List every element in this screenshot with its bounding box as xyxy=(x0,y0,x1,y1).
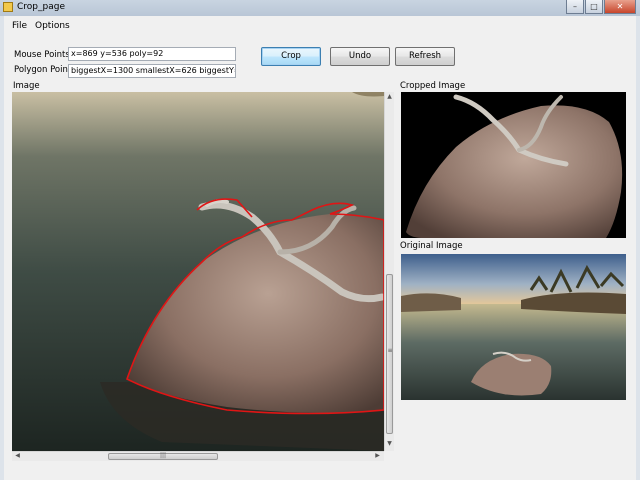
original-image xyxy=(401,254,626,400)
cropped-image-label: Cropped Image xyxy=(400,81,466,91)
polygon-points-field[interactable]: biggestX=1300 smallestX=626 biggestY=998… xyxy=(68,64,236,78)
menu-options[interactable]: Options xyxy=(35,21,70,31)
mouse-points-label: Mouse Points: xyxy=(14,50,73,60)
window-controls: – □ ✕ xyxy=(565,0,636,14)
maximize-button[interactable]: □ xyxy=(585,0,603,14)
scroll-left-icon[interactable]: ◀ xyxy=(13,452,22,460)
minimize-button[interactable]: – xyxy=(566,0,584,14)
original-image-label: Original Image xyxy=(400,241,463,251)
cropped-image-panel xyxy=(401,92,626,238)
close-button[interactable]: ✕ xyxy=(604,0,636,14)
mouse-points-field[interactable]: x=869 y=536 poly=92 xyxy=(68,47,236,61)
main-image-panel[interactable] xyxy=(12,92,384,451)
grip-h-icon: ||| xyxy=(159,452,167,459)
main-image-hscrollbar[interactable]: ◀ ||| ▶ xyxy=(12,451,384,461)
hscroll-thumb[interactable]: ||| xyxy=(108,452,218,460)
vscroll-thumb[interactable]: ≡ xyxy=(386,274,393,434)
menu-file[interactable]: File xyxy=(12,21,27,31)
scroll-right-icon[interactable]: ▶ xyxy=(373,452,382,460)
scroll-down-icon[interactable]: ▼ xyxy=(385,440,394,448)
grip-v-icon: ≡ xyxy=(387,347,393,354)
image-label: Image xyxy=(13,81,40,91)
main-image[interactable] xyxy=(12,92,384,451)
menu-bar: File Options xyxy=(4,16,636,36)
app-icon xyxy=(3,2,13,12)
original-image-panel xyxy=(401,254,626,400)
crop-button[interactable]: Crop xyxy=(261,47,321,66)
undo-button[interactable]: Undo xyxy=(330,47,390,66)
scroll-up-icon[interactable]: ▲ xyxy=(385,93,394,101)
form-client-area: File Options Mouse Points: x=869 y=536 p… xyxy=(4,16,636,480)
main-image-vscrollbar[interactable]: ▲ ≡ ▼ xyxy=(384,92,394,451)
cropped-image xyxy=(401,92,626,238)
window-title: Crop_page xyxy=(17,2,65,12)
refresh-button[interactable]: Refresh xyxy=(395,47,455,66)
window-titlebar[interactable]: Crop_page – □ ✕ xyxy=(0,0,640,16)
